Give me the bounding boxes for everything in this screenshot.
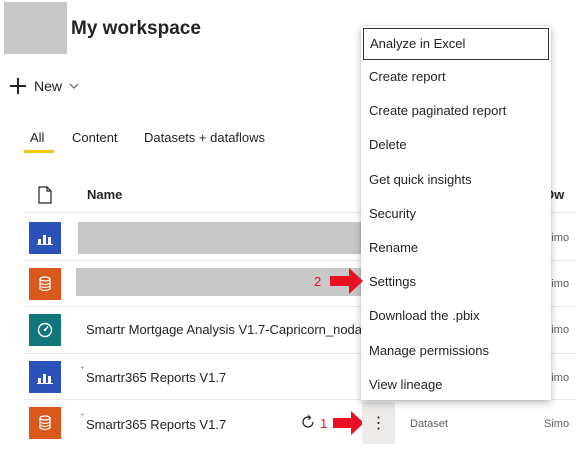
redacted-name — [78, 222, 362, 254]
red-arrow-icon — [330, 268, 363, 294]
chevron-down-icon — [69, 83, 79, 89]
dashboard-icon — [29, 314, 61, 346]
new-button[interactable]: New — [10, 76, 80, 96]
file-type-icon — [38, 186, 52, 204]
row-name[interactable]: Smartr365 Reports V1.7 — [86, 417, 226, 432]
report-icon — [29, 222, 61, 254]
row-type: Dataset — [410, 418, 448, 430]
menu-item-analyze-in-excel[interactable]: Analyze in Excel — [362, 27, 550, 61]
tab-datasets-dataflows[interactable]: Datasets + dataflows — [144, 130, 265, 145]
plus-icon — [10, 78, 26, 94]
tab-all[interactable]: All — [30, 130, 44, 145]
menu-item-delete[interactable]: Delete — [361, 128, 551, 162]
refresh-icon[interactable] — [300, 414, 316, 430]
menu-item-download-pbix[interactable]: Download the .pbix — [361, 299, 551, 333]
menu-item-create-paginated-report[interactable]: Create paginated report — [361, 94, 551, 128]
red-arrow-icon — [333, 411, 364, 435]
menu-item-get-quick-insights[interactable]: Get quick insights — [361, 163, 551, 197]
more-vertical-icon: ⋮ — [370, 415, 387, 432]
new-item-sparkle-icon: ⁺ — [80, 364, 85, 374]
menu-item-security[interactable]: Security — [361, 197, 551, 231]
row-owner: Simo — [544, 418, 570, 430]
menu-item-view-lineage[interactable]: View lineage — [361, 368, 551, 402]
annotation-step-1: 1 — [320, 416, 328, 431]
new-button-label: New — [34, 78, 63, 94]
more-options-button[interactable]: ⋮ — [362, 402, 395, 444]
menu-item-manage-permissions[interactable]: Manage permissions — [361, 334, 551, 368]
annotation-step-2: 2 — [314, 274, 322, 289]
new-item-sparkle-icon: ⁺ — [80, 411, 85, 421]
report-icon — [29, 361, 61, 393]
workspace-avatar — [4, 2, 67, 54]
active-tab-indicator — [24, 150, 54, 153]
context-menu: Analyze in Excel Create report Create pa… — [361, 26, 551, 400]
dataset-icon — [29, 407, 61, 439]
tab-content[interactable]: Content — [72, 130, 118, 145]
dataset-icon — [29, 268, 61, 300]
workspace-title: My workspace — [71, 18, 201, 39]
row-name[interactable]: Smartr365 Reports V1.7 — [86, 370, 226, 385]
menu-item-settings[interactable]: Settings — [361, 265, 551, 299]
row-name[interactable]: Smartr Mortgage Analysis V1.7-Capricorn_… — [86, 322, 362, 337]
column-header-name[interactable]: Name — [87, 187, 122, 202]
menu-item-rename[interactable]: Rename — [361, 231, 551, 265]
menu-item-create-report[interactable]: Create report — [361, 60, 551, 94]
